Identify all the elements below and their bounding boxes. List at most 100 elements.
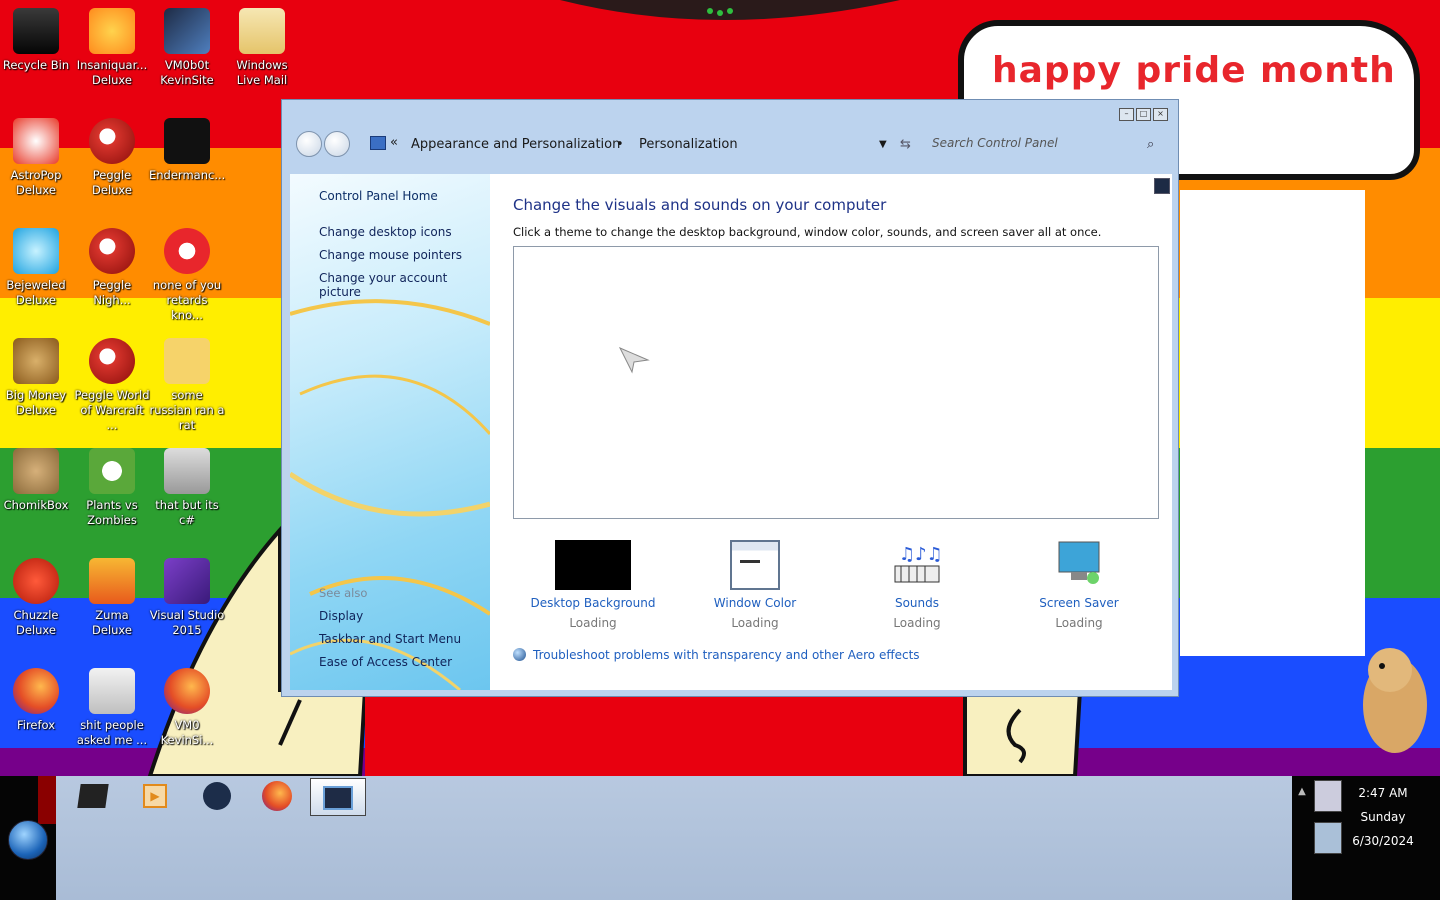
sounds-status: Loading — [893, 616, 941, 630]
desktop-icon-9[interactable]: none of you retards kno... — [149, 228, 225, 323]
breadcrumb-separator-icon: • — [616, 137, 624, 152]
desktop-icon-20[interactable]: shit people asked me ... — [74, 668, 150, 748]
desktop-icon-16[interactable]: Chuzzle Deluxe — [0, 558, 74, 638]
desktop-icon-1[interactable]: Insaniquar... Deluxe — [74, 8, 150, 88]
firefox-icon — [164, 668, 210, 714]
peggle-icon — [89, 118, 135, 164]
desktop-icon-19[interactable]: Firefox — [0, 668, 74, 733]
minimize-button[interactable]: – — [1119, 108, 1134, 121]
window-controls: – □ × — [1119, 108, 1168, 121]
refresh-icon[interactable]: ⇆ — [900, 137, 911, 152]
desktop-icon-label: some russian ran a rat — [149, 388, 225, 432]
sidebar-ease-of-access[interactable]: Ease of Access Center — [319, 655, 452, 669]
help-icon[interactable] — [1154, 178, 1170, 194]
file-icon — [89, 668, 135, 714]
taskbar-item-firefox[interactable] — [252, 778, 302, 816]
mail-icon — [239, 8, 285, 54]
taskbar-item-control-panel[interactable] — [310, 778, 366, 816]
clock-time: 2:47 AM — [1358, 786, 1408, 800]
search-icon[interactable]: ⌕ — [1147, 137, 1154, 152]
sounds-option[interactable]: ♫♪♫ Sounds Loading — [847, 540, 987, 630]
sounds-icon: ♫♪♫ — [879, 540, 955, 590]
plant-icon — [89, 448, 135, 494]
vm-icon — [164, 8, 210, 54]
desktop-icon-4[interactable]: AstroPop Deluxe — [0, 118, 74, 198]
taskbar-item-app[interactable] — [192, 778, 242, 816]
page-subtitle: Click a theme to change the desktop back… — [513, 225, 1102, 239]
tray-network-icon[interactable] — [1314, 822, 1342, 854]
windows-copy-icon — [164, 448, 210, 494]
desktop-icon-7[interactable]: Bejeweled Deluxe — [0, 228, 74, 308]
taskbar-item-recycle[interactable] — [68, 778, 118, 816]
desktop-icon-label: VM0 KevinSi... — [160, 718, 214, 747]
tray-monitor-icon[interactable] — [1314, 780, 1342, 812]
taskbar-item-media-player[interactable]: ▶ — [130, 778, 180, 816]
screen-saver-icon — [1041, 540, 1117, 590]
control-panel-icon — [370, 136, 386, 150]
personalization-window[interactable]: – □ × « Appearance and Personalization •… — [281, 99, 1179, 697]
back-button[interactable] — [296, 131, 322, 157]
see-also-label: See also — [319, 586, 368, 600]
close-button[interactable]: × — [1153, 108, 1168, 121]
window-color-icon — [730, 540, 780, 590]
desktop-icon-2[interactable]: VM0b0t KevinSite — [149, 8, 225, 88]
desktop-icon-18[interactable]: Visual Studio 2015 — [149, 558, 225, 638]
desktop-icon-3[interactable]: Windows Live Mail — [224, 8, 300, 88]
screen-saver-status: Loading — [1055, 616, 1103, 630]
desktop-icon-label: Visual Studio 2015 — [149, 608, 225, 637]
chevron-left-icon: « — [390, 135, 398, 150]
chuzzle-icon — [13, 558, 59, 604]
desktop-icon-14[interactable]: Plants vs Zombies — [74, 448, 150, 528]
main-pane: Change the visuals and sounds on your co… — [490, 174, 1172, 690]
firefox-icon — [13, 668, 59, 714]
clock[interactable]: 2:47 AM Sunday 6/30/2024 — [1340, 776, 1426, 848]
desktop-icon-label: Insaniquar... Deluxe — [76, 58, 148, 87]
breadcrumb-personalization[interactable]: Personalization — [639, 137, 738, 152]
sidebar-display[interactable]: Display — [319, 609, 363, 623]
desktop-icon-0[interactable]: Recycle Bin — [0, 8, 74, 73]
chevron-down-icon[interactable]: ▼ — [879, 139, 887, 150]
screen-saver-link[interactable]: Screen Saver — [1009, 596, 1149, 610]
window-color-option[interactable]: Window Color Loading — [685, 540, 825, 630]
sidebar-taskbar-start-menu[interactable]: Taskbar and Start Menu — [319, 632, 461, 646]
desktop-background-option[interactable]: Desktop Background Loading — [523, 540, 663, 630]
peggle-icon — [89, 228, 135, 274]
desktop-icon-21[interactable]: VM0 KevinSi... — [149, 668, 225, 748]
visual-studio-icon — [164, 558, 210, 604]
window-color-link[interactable]: Window Color — [685, 596, 825, 610]
desktop-icon-13[interactable]: ChomikBox — [0, 448, 74, 513]
sidebar-change-desktop-icons[interactable]: Change desktop icons — [319, 225, 452, 239]
breadcrumb-appearance[interactable]: Appearance and Personalization — [411, 137, 620, 152]
desktop-icon-10[interactable]: Big Money Deluxe — [0, 338, 74, 418]
desktop-icon-8[interactable]: Peggle Nigh... — [74, 228, 150, 308]
forward-button[interactable] — [324, 131, 350, 157]
troubleshoot-link[interactable]: Troubleshoot problems with transparency … — [533, 648, 920, 662]
insaniquarium-icon — [89, 8, 135, 54]
screen-saver-option[interactable]: Screen Saver Loading — [1009, 540, 1149, 630]
search-input[interactable]: Search Control Panel — [932, 136, 1058, 150]
sidebar-change-mouse-pointers[interactable]: Change mouse pointers — [319, 248, 462, 262]
desktop-icon-label: Peggle Nigh... — [92, 278, 132, 307]
desktop-icon-15[interactable]: that but its c# — [149, 448, 225, 528]
sounds-link[interactable]: Sounds — [847, 596, 987, 610]
theme-list[interactable] — [513, 246, 1159, 519]
tray-expand-icon[interactable]: ▲ — [1296, 786, 1308, 806]
desktop-icon-17[interactable]: Zuma Deluxe — [74, 558, 150, 638]
desktop-icon-label: Firefox — [16, 718, 56, 732]
sidebar-change-account-picture[interactable]: Change your account picture — [319, 271, 490, 299]
desktop-icon-label: Peggle Deluxe — [92, 168, 132, 197]
desktop-icon-label: Bejeweled Deluxe — [6, 278, 66, 307]
sidebar-control-panel-home[interactable]: Control Panel Home — [319, 189, 438, 203]
desktop-background-icon — [555, 540, 631, 590]
troubleshoot-link-row[interactable]: Troubleshoot problems with transparency … — [513, 648, 920, 662]
window-color-status: Loading — [731, 616, 779, 630]
start-button[interactable] — [8, 820, 48, 860]
desktop-icon-5[interactable]: Peggle Deluxe — [74, 118, 150, 198]
maximize-button[interactable]: □ — [1136, 108, 1151, 121]
desktop-background-link[interactable]: Desktop Background — [523, 596, 663, 610]
desktop-icon-6[interactable]: Endermanc... — [149, 118, 225, 183]
desktop-icon-label: Zuma Deluxe — [92, 608, 132, 637]
desktop-icon-11[interactable]: Peggle World of Warcraft ... — [74, 338, 150, 433]
desktop-icon-12[interactable]: some russian ran a rat — [149, 338, 225, 433]
desktop-icon-label: none of you retards kno... — [152, 278, 222, 322]
